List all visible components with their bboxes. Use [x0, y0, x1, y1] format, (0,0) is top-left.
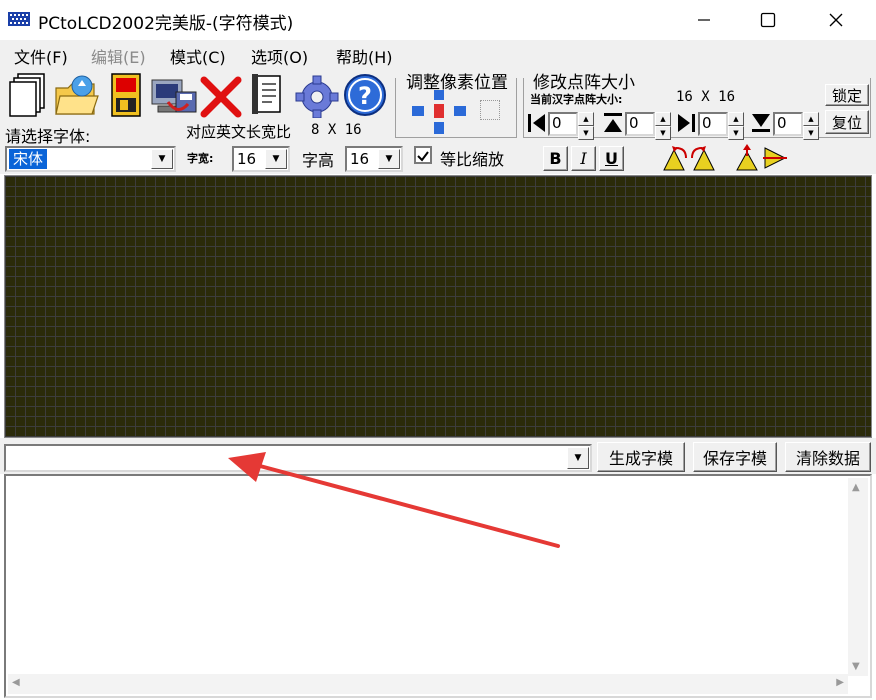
spin-left-value: 0	[552, 114, 562, 132]
spin-up-icon[interactable]: ▲	[803, 112, 819, 126]
chevron-down-icon[interactable]: ▼	[567, 447, 589, 469]
delete-x-icon	[200, 76, 242, 118]
spin-bottom-value: 0	[777, 114, 787, 132]
menu-options[interactable]: 选项(O)	[251, 44, 308, 68]
spin-right-value: 0	[702, 114, 712, 132]
delete-button[interactable]	[198, 72, 242, 118]
rotate-left-icon	[663, 146, 687, 171]
underline-button[interactable]: U	[599, 146, 624, 171]
scroll-up-icon[interactable]: ▲	[852, 482, 860, 493]
help-button[interactable]: ?	[342, 72, 386, 118]
expand-left-icon	[527, 112, 547, 134]
maximize-icon	[760, 12, 776, 28]
expand-right-icon	[676, 112, 696, 134]
vertical-scrollbar[interactable]: ▲ ▼	[848, 478, 868, 676]
width-select[interactable]: 16 ▼	[232, 146, 290, 172]
chevron-down-icon[interactable]: ▼	[378, 149, 400, 169]
italic-button[interactable]: I	[571, 146, 596, 171]
generate-font-button[interactable]: 生成字模	[597, 442, 685, 472]
maximize-button[interactable]	[736, 0, 800, 40]
keep-ratio-checkbox[interactable]	[414, 146, 432, 164]
chevron-down-icon[interactable]: ▼	[151, 149, 173, 169]
gear-icon	[295, 75, 339, 119]
center-align-icon[interactable]	[480, 100, 500, 120]
width-select-value: 16	[237, 150, 257, 168]
spin-up-icon[interactable]: ▲	[578, 112, 594, 126]
font-select[interactable]: 宋体 ▼	[5, 146, 176, 172]
spin-up-icon[interactable]: ▲	[728, 112, 744, 126]
current-size-label: 当前汉字点阵大小:	[530, 93, 623, 106]
flip-horizontal-icon	[763, 147, 787, 169]
reset-button[interactable]: 复位	[825, 110, 869, 134]
close-button[interactable]	[804, 0, 868, 40]
spin-up-icon[interactable]: ▲	[655, 112, 671, 126]
keep-ratio-label: 等比缩放	[440, 150, 505, 169]
open-folder-icon	[55, 75, 99, 115]
current-size-value: 16 X 16	[676, 89, 736, 105]
menu-help[interactable]: 帮助(H)	[336, 44, 393, 68]
spin-top-input[interactable]: 0 ▲ ▼	[625, 112, 671, 140]
computer-save-icon	[151, 79, 197, 113]
notes-button[interactable]	[250, 72, 294, 118]
spin-right-input[interactable]: 0 ▲ ▼	[698, 112, 744, 140]
menu-mode[interactable]: 模式(C)	[170, 44, 226, 68]
settings-button[interactable]	[294, 72, 339, 119]
menu-edit[interactable]: 编辑(E)	[91, 44, 146, 68]
spin-top-value: 0	[629, 114, 639, 132]
open-file-button[interactable]	[54, 72, 99, 118]
horizontal-scrollbar[interactable]: ◀ ▶	[8, 674, 848, 694]
flip-horizontal-button[interactable]	[761, 144, 789, 172]
spin-down-icon[interactable]: ▼	[803, 126, 819, 140]
menu-file[interactable]: 文件(F)	[14, 44, 68, 68]
flip-vertical-button[interactable]	[733, 144, 759, 172]
select-font-label: 请选择字体:	[5, 127, 91, 146]
expand-bottom-icon	[750, 112, 772, 134]
annotation-arrow	[228, 452, 560, 548]
rotate-right-button[interactable]	[690, 144, 716, 172]
save-file-button[interactable]	[106, 72, 150, 118]
minimize-icon	[698, 19, 710, 21]
matrix-size-title: 修改点阵大小	[532, 68, 636, 93]
export-button[interactable]	[148, 72, 197, 118]
app-icon	[8, 10, 30, 28]
spin-down-icon[interactable]: ▼	[655, 126, 671, 140]
new-file-icon	[9, 73, 45, 117]
spin-down-icon[interactable]: ▼	[728, 126, 744, 140]
flip-vertical-icon	[736, 144, 758, 171]
spin-left-input[interactable]: 0 ▲ ▼	[548, 112, 594, 140]
height-select[interactable]: 16 ▼	[345, 146, 403, 172]
spin-bottom-input[interactable]: 0 ▲ ▼	[773, 112, 819, 140]
scroll-right-icon[interactable]: ▶	[836, 677, 844, 688]
minimize-button[interactable]	[672, 0, 736, 40]
window-title: PCtoLCD2002完美版-(字符模式)	[38, 14, 294, 34]
shift-arrows-control[interactable]	[410, 88, 470, 136]
pixel-grid-canvas[interactable]	[4, 175, 872, 438]
english-ratio-value: 8 X 16	[311, 122, 362, 138]
bold-button[interactable]: B	[543, 146, 568, 171]
save-disk-icon	[111, 73, 141, 117]
expand-top-icon	[602, 112, 624, 134]
clear-data-button[interactable]: 清除数据	[785, 442, 871, 472]
help-question-icon: ?	[344, 74, 386, 116]
close-icon	[829, 13, 843, 27]
svg-text:?: ?	[358, 82, 372, 110]
width-label: 字宽:	[187, 152, 214, 165]
height-select-value: 16	[350, 150, 370, 168]
new-file-button[interactable]	[6, 72, 50, 118]
lock-button[interactable]: 锁定	[825, 84, 869, 106]
rotate-left-button[interactable]	[662, 144, 688, 172]
save-font-button[interactable]: 保存字模	[693, 442, 777, 472]
document-icon	[252, 74, 281, 114]
checkmark-icon	[417, 151, 429, 162]
chevron-down-icon[interactable]: ▼	[265, 149, 287, 169]
font-select-value: 宋体	[9, 149, 48, 169]
spin-down-icon[interactable]: ▼	[578, 126, 594, 140]
english-ratio-label: 对应英文长宽比	[186, 123, 292, 141]
rotate-right-icon	[691, 146, 715, 171]
scroll-left-icon[interactable]: ◀	[12, 677, 20, 688]
scroll-down-icon[interactable]: ▼	[852, 661, 860, 672]
height-label: 字高	[302, 151, 335, 170]
